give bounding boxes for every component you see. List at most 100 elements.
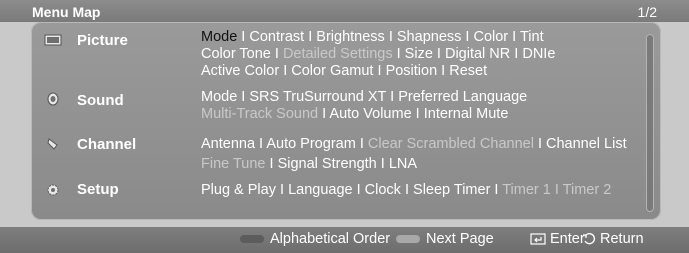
separator: I [265, 156, 278, 172]
menu-item[interactable]: Position [386, 63, 438, 79]
menu-item-disabled: Clear Scrambled Channel [367, 136, 534, 152]
separator: I [508, 29, 520, 45]
menu-item-line: Mode I Contrast I Brightness I Shapness … [201, 29, 651, 46]
menu-item-line: Antenna I Auto Program I Clear Scrambled… [201, 134, 651, 154]
menu-item[interactable]: Plug & Play [201, 182, 276, 198]
separator: I [461, 29, 474, 45]
menu-item-disabled: Multi-Track Sound [201, 106, 319, 122]
menu-item[interactable]: Preferred Language [398, 89, 527, 105]
menu-row-channel[interactable]: Channel Antenna I Auto Program I Clear S… [31, 131, 631, 172]
separator: I [384, 29, 397, 45]
menu-item[interactable]: Signal Strength [278, 156, 377, 172]
menu-item[interactable]: Color Gamut [291, 63, 373, 79]
separator: I [279, 63, 292, 79]
green-button-icon [396, 235, 420, 244]
menu-item[interactable]: Mode [201, 29, 237, 45]
separator: I [510, 46, 523, 62]
scrollbar[interactable] [646, 34, 654, 212]
menu-item[interactable]: Auto Volume [329, 106, 411, 122]
separator: I [400, 182, 414, 198]
menu-item[interactable]: Digital NR [445, 46, 510, 62]
return-hint[interactable]: Return [582, 231, 644, 247]
row-label-setup: Setup [77, 181, 119, 198]
row-items-channel: Antenna I Auto Program I Clear Scrambled… [201, 134, 651, 174]
menu-title: Menu Map [32, 4, 101, 20]
menu-item[interactable]: Brightness [316, 29, 385, 45]
menu-item[interactable]: Active Color [201, 63, 279, 79]
header-bar: Menu Map 1/2 [0, 0, 689, 22]
separator: I [432, 46, 445, 62]
menu-item[interactable]: SRS TruSurround XT [249, 89, 386, 105]
menu-panel: Picture Mode I Contrast I Brightness I S… [31, 22, 661, 220]
menu-row-picture[interactable]: Picture Mode I Contrast I Brightness I S… [31, 29, 631, 83]
enter-hint[interactable]: Enter [530, 231, 585, 247]
channel-icon [44, 137, 62, 151]
menu-item[interactable]: Reset [449, 63, 487, 79]
menu-item[interactable]: Size [405, 46, 433, 62]
row-items-sound: Mode I SRS TruSurround XT I Preferred La… [201, 89, 651, 123]
menu-item-line: Fine Tune I Signal Strength I LNA [201, 154, 651, 174]
menu-item[interactable]: Antenna [201, 136, 255, 152]
separator: I [376, 156, 389, 172]
separator: I [355, 136, 368, 152]
separator: I [411, 106, 424, 122]
separator: I [237, 89, 250, 105]
menu-item-line: Active Color I Color Gamut I Position I … [201, 63, 651, 80]
separator: I [437, 63, 450, 79]
separator: I [318, 106, 330, 122]
menu-item[interactable]: Sleep Timer [413, 182, 490, 198]
separator: I [352, 182, 365, 198]
menu-item-disabled: Timer 1 [502, 182, 551, 198]
menu-item-line: Color Tone I Detailed Settings I Size I … [201, 46, 651, 63]
menu-item[interactable]: Color Tone [201, 46, 271, 62]
row-label-channel: Channel [77, 136, 137, 153]
separator: I [386, 89, 399, 105]
menu-item[interactable]: DNIe [522, 46, 555, 62]
menu-row-setup[interactable]: Setup Plug & Play I Language I Clock I S… [31, 180, 631, 202]
menu-item[interactable]: Mode [201, 89, 237, 105]
menu-item[interactable]: Shapness [397, 29, 462, 45]
menu-row-sound[interactable]: Sound Mode I SRS TruSurround XT I Prefer… [31, 89, 631, 125]
separator: I [255, 136, 267, 152]
enter-icon [530, 233, 546, 245]
picture-icon [44, 33, 62, 47]
return-icon [582, 232, 596, 246]
separator: I [304, 29, 317, 45]
menu-item[interactable]: Color [473, 29, 508, 45]
menu-item-disabled: I [550, 182, 563, 198]
menu-item[interactable]: Language [288, 182, 353, 198]
menu-item-disabled: Detailed Settings [282, 46, 393, 62]
menu-item[interactable]: Channel List [546, 136, 627, 152]
sound-icon [44, 92, 62, 106]
menu-item[interactable]: Auto Program [266, 136, 355, 152]
menu-item-disabled: Fine Tune [201, 156, 266, 172]
return-label: Return [600, 231, 644, 247]
separator: I [490, 182, 503, 198]
row-items-picture: Mode I Contrast I Brightness I Shapness … [201, 29, 651, 80]
separator: I [237, 29, 250, 45]
menu-item-line: Plug & Play I Language I Clock I Sleep T… [201, 182, 651, 199]
separator: I [373, 63, 386, 79]
setup-icon [44, 183, 62, 197]
next-page-hint[interactable]: Next Page [396, 231, 494, 247]
separator: I [270, 46, 283, 62]
menu-item[interactable]: Internal Mute [424, 106, 509, 122]
row-label-picture: Picture [77, 32, 128, 49]
menu-item[interactable]: Clock [365, 182, 401, 198]
separator: I [275, 182, 289, 198]
separator: I [533, 136, 547, 152]
menu-item[interactable]: LNA [389, 156, 417, 172]
footer-bar: Alphabetical Order Next Page Enter Retur… [0, 227, 689, 253]
menu-item-line: Multi-Track Sound I Auto Volume I Intern… [201, 106, 651, 123]
red-button-icon [240, 235, 264, 244]
menu-item[interactable]: Tint [520, 29, 544, 45]
menu-item[interactable]: Contrast [249, 29, 304, 45]
alphabetical-order-label: Alphabetical Order [270, 231, 391, 247]
enter-label: Enter [550, 231, 585, 247]
page-indicator: 1/2 [637, 4, 657, 20]
menu-map-screen: Menu Map 1/2 Picture Mode I Contrast I B… [0, 0, 689, 253]
alphabetical-order-hint[interactable]: Alphabetical Order [240, 231, 390, 247]
menu-item-disabled: Timer 2 [562, 182, 612, 198]
row-items-setup: Plug & Play I Language I Clock I Sleep T… [201, 182, 651, 199]
separator: I [392, 46, 405, 62]
